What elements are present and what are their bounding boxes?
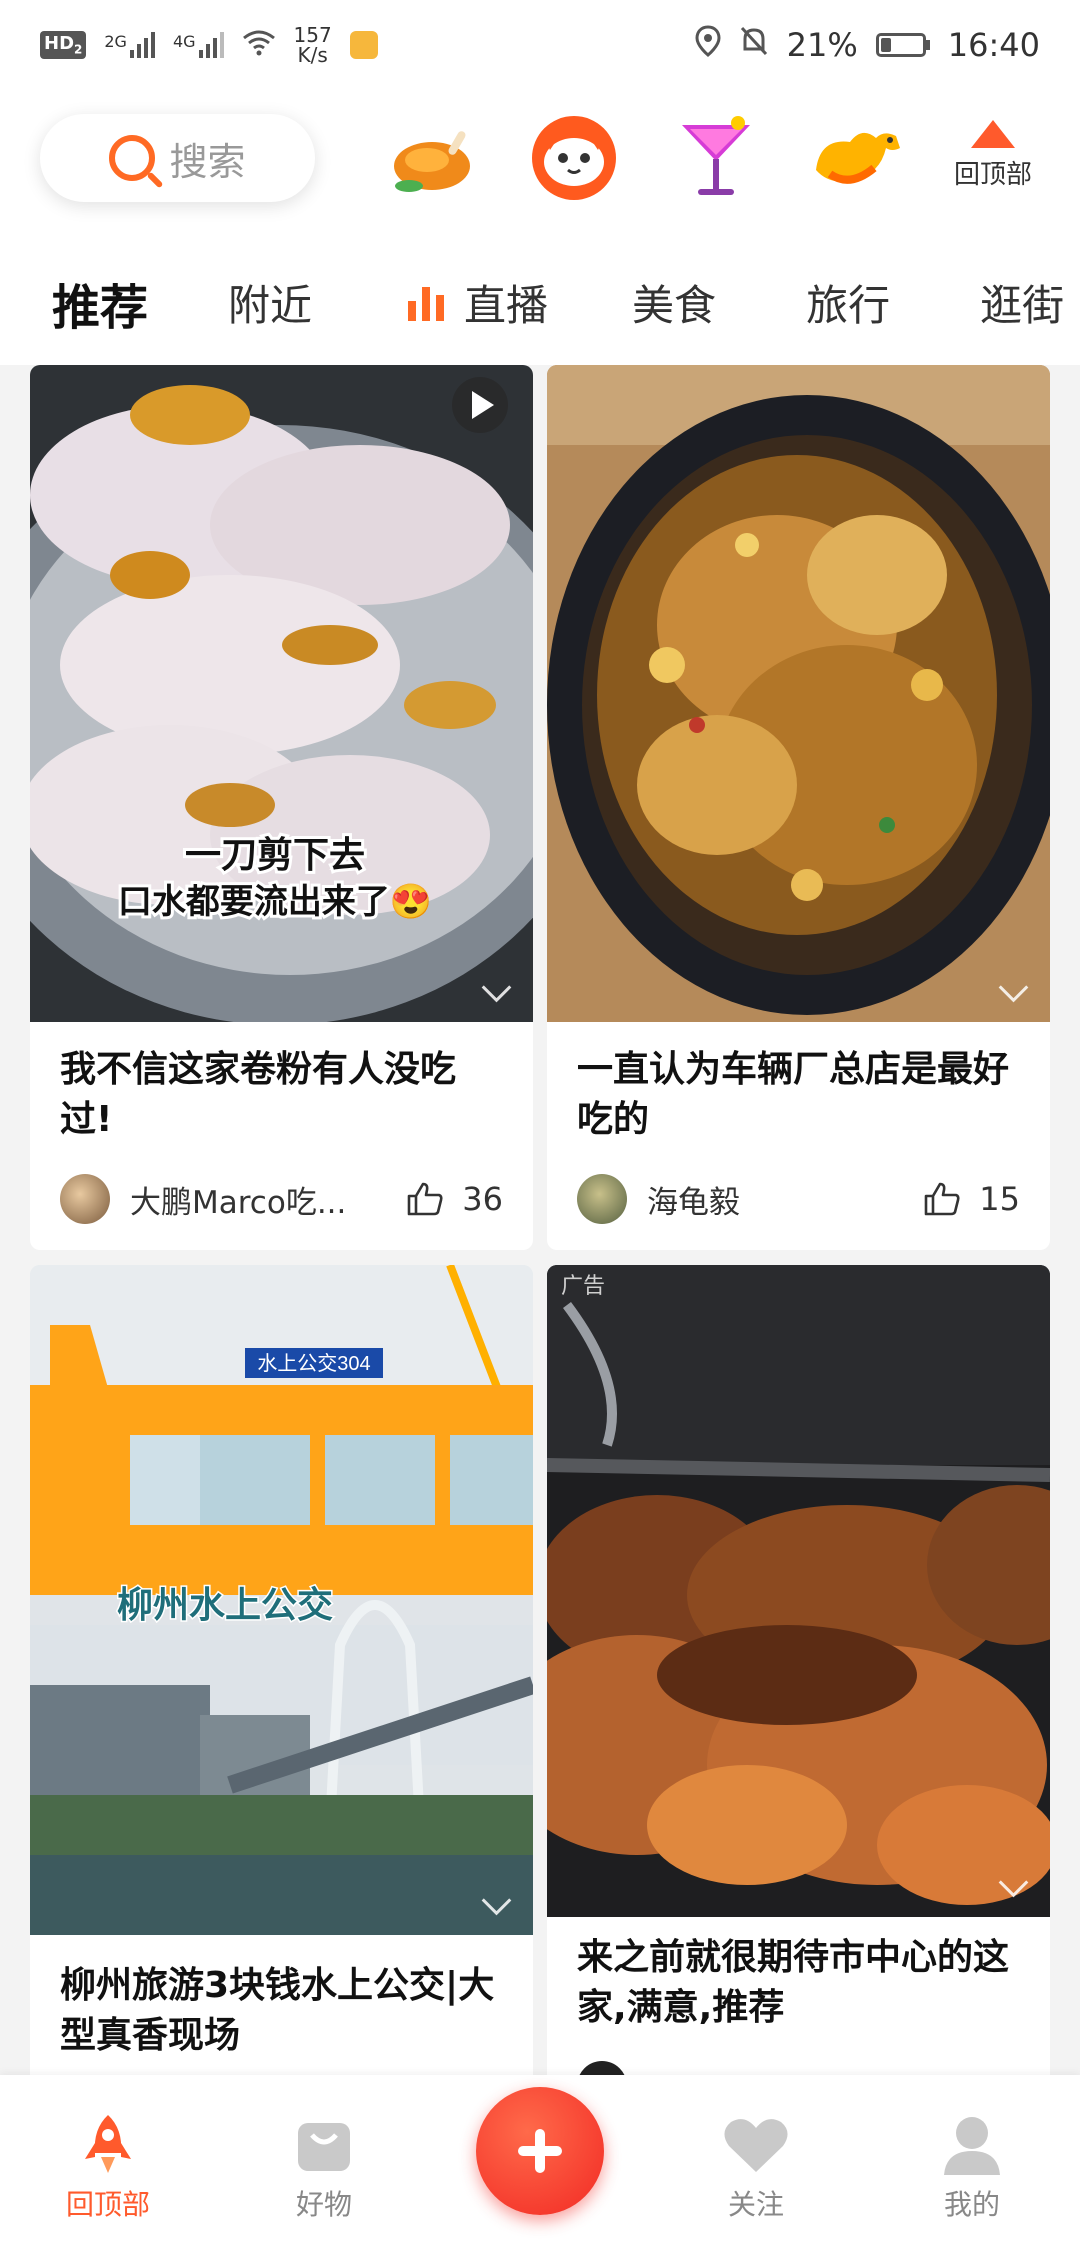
- nav-back-to-top[interactable]: 回顶部: [48, 2113, 168, 2223]
- card-title: 一直认为车辆厂总店是最好吃的: [577, 1049, 1010, 1140]
- location-icon: [695, 25, 721, 65]
- tab-travel[interactable]: 旅行: [806, 240, 890, 365]
- avatar[interactable]: [60, 1174, 110, 1224]
- image-caption-1: 一刀剪下去: [185, 834, 365, 875]
- create-post-button[interactable]: [476, 2087, 604, 2215]
- top-bar: 搜索 回顶部: [0, 90, 1080, 240]
- author-name[interactable]: 大鹏Marco吃...: [130, 1177, 346, 1222]
- like-button[interactable]: 36: [406, 1180, 503, 1218]
- card-image: 广告: [547, 1265, 1050, 1917]
- feed-card[interactable]: 一刀剪下去 口水都要流出来了😍 我不信这家卷粉有人没吃过! 大鹏Marco吃..…: [30, 365, 533, 1250]
- card-image: 水上公交304 柳州水上公交: [30, 1265, 533, 1935]
- nav-me[interactable]: 我的: [912, 2113, 1032, 2223]
- heart-icon: [696, 2113, 816, 2177]
- nav-label: 好物: [295, 2188, 352, 2221]
- bottom-nav: 回顶部 好物 关注 我的: [0, 2075, 1080, 2244]
- tab-food[interactable]: 美食: [632, 240, 716, 365]
- camel-icon[interactable]: [810, 110, 906, 206]
- nav-label: 关注: [727, 2188, 784, 2221]
- feed-card[interactable]: 水上公交304 柳州水上公交 柳州旅游3块钱水上公交|大型真香现场: [30, 1265, 533, 2075]
- network-speed: 157 K/s: [293, 23, 332, 67]
- category-tabs: 推荐 附近 直播 美食 旅行 逛街: [0, 240, 1080, 365]
- cat-face-icon[interactable]: [526, 110, 622, 206]
- nav-label: 回顶部: [65, 2188, 150, 2221]
- battery-icon: [875, 33, 930, 57]
- feed-card[interactable]: 一直认为车辆厂总店是最好吃的 海龟毅 15: [547, 365, 1050, 1250]
- author-name[interactable]: 海龟毅: [647, 1177, 740, 1222]
- nav-goods[interactable]: 好物: [264, 2113, 384, 2223]
- card-image: 一刀剪下去 口水都要流出来了😍: [30, 365, 533, 1022]
- cocktail-icon[interactable]: [668, 110, 764, 206]
- signal-icon-2: 4G: [173, 32, 224, 58]
- user-icon: [912, 2113, 1032, 2177]
- feed-card[interactable]: 广告 来之前就很期待市中心的这家,满意,推荐: [547, 1265, 1050, 2075]
- thumbs-up-icon: [407, 1182, 443, 1216]
- image-caption-2: 口水都要流出来了😍: [118, 883, 432, 921]
- feed: 一刀剪下去 口水都要流出来了😍 我不信这家卷粉有人没吃过! 大鹏Marco吃..…: [0, 365, 1080, 2075]
- back-to-top-button[interactable]: 回顶部: [948, 120, 1038, 191]
- status-bar: HD2 2G 4G 157 K/s 21% 16:40: [0, 0, 1080, 90]
- nav-follow[interactable]: 关注: [696, 2113, 816, 2223]
- arrow-up-icon: [971, 120, 1015, 148]
- live-bars-icon: [408, 285, 445, 321]
- image-sign-text: 水上公交304: [257, 1352, 370, 1375]
- tab-shopping[interactable]: 逛街: [980, 240, 1064, 365]
- card-meta: 大鹏Marco吃... 36: [60, 1171, 503, 1227]
- card-title: 柳州旅游3块钱水上公交|大型真香现场: [60, 1965, 495, 2056]
- card-meta: 海龟毅 15: [577, 1171, 1020, 1227]
- search-placeholder: 搜索: [169, 139, 246, 184]
- signal-icon: 2G: [104, 32, 155, 58]
- app-notification-icon: [349, 31, 378, 59]
- thumbs-up-icon: [924, 1182, 960, 1216]
- like-count: 15: [979, 1180, 1020, 1218]
- tab-recommend[interactable]: 推荐: [52, 240, 149, 365]
- roast-chicken-icon[interactable]: [384, 110, 480, 206]
- rocket-icon: [48, 2113, 168, 2177]
- ad-badge: 广告: [561, 1273, 605, 1298]
- card-title: 我不信这家卷粉有人没吃过!: [60, 1049, 457, 1140]
- search-icon: [109, 135, 156, 181]
- wifi-icon: [242, 26, 276, 64]
- battery-percent: 21%: [786, 26, 858, 64]
- plus-icon: [518, 2129, 562, 2173]
- like-button[interactable]: 15: [923, 1180, 1020, 1218]
- mute-bell-icon: [739, 25, 769, 65]
- search-box[interactable]: 搜索: [40, 114, 315, 202]
- like-count: 36: [462, 1180, 503, 1218]
- bag-icon: [264, 2113, 384, 2177]
- tab-live[interactable]: 直播: [408, 240, 548, 365]
- back-to-top-label: 回顶部: [953, 160, 1032, 190]
- status-right: 21% 16:40: [695, 25, 1040, 65]
- card-image: [547, 365, 1050, 1022]
- status-left: HD2 2G 4G 157 K/s: [40, 25, 378, 65]
- clock: 16:40: [947, 26, 1040, 64]
- tab-nearby[interactable]: 附近: [228, 240, 312, 365]
- avatar[interactable]: [577, 2061, 627, 2075]
- image-caption: 柳州水上公交: [117, 1584, 333, 1625]
- card-title: 来之前就很期待市中心的这家,满意,推荐: [577, 1937, 1010, 2028]
- avatar[interactable]: [577, 1174, 627, 1224]
- hd-indicator: HD2: [40, 31, 87, 59]
- nav-label: 我的: [943, 2188, 1000, 2221]
